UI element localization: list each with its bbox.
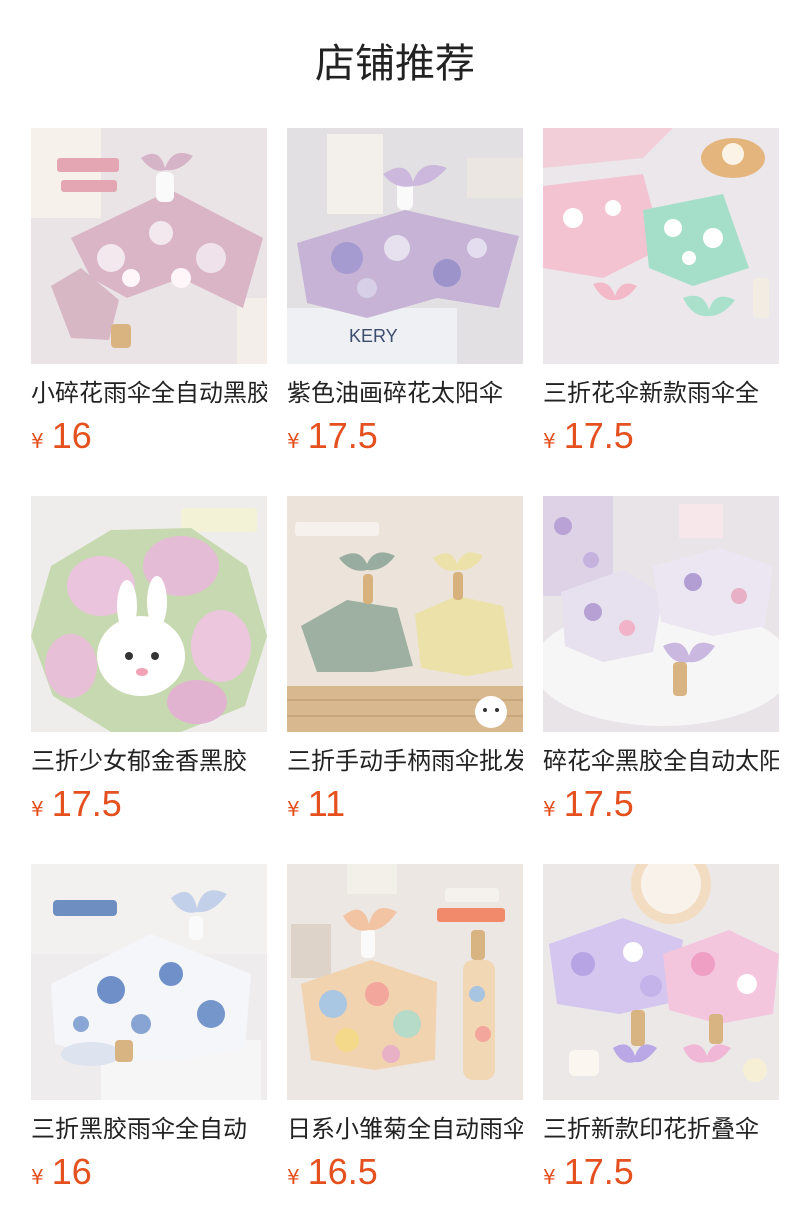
product-price: ¥17.5 bbox=[543, 782, 779, 826]
product-grid: 小碎花雨伞全自动黑胶 ¥16 KERY 紫色油画碎花太阳伞 ¥ 17.5 三折花… bbox=[31, 128, 779, 1232]
product-price: ¥11 bbox=[287, 782, 523, 826]
product-image[interactable] bbox=[543, 496, 779, 732]
product-card[interactable]: KERY 紫色油画碎花太阳伞 ¥17.5 bbox=[287, 128, 523, 496]
product-card[interactable]: 三折花伞新款雨伞全 ¥17.5 bbox=[543, 128, 779, 496]
product-card[interactable]: 三折少女郁金香黑胶 ¥17.5 bbox=[31, 496, 267, 864]
product-price: ¥16.5 bbox=[287, 1150, 523, 1194]
currency-symbol: ¥ bbox=[31, 429, 44, 453]
currency-symbol: ¥ bbox=[543, 1165, 556, 1189]
product-name[interactable]: 碎花伞黑胶全自动太阳 bbox=[543, 744, 779, 778]
product-image[interactable] bbox=[287, 864, 523, 1100]
currency-symbol: ¥ bbox=[287, 797, 300, 821]
price-amount: 16 bbox=[51, 415, 92, 456]
product-name[interactable]: 三折少女郁金香黑胶 bbox=[31, 744, 267, 778]
product-image[interactable] bbox=[543, 864, 779, 1100]
product-name[interactable]: 三折黑胶雨伞全自动 bbox=[31, 1112, 267, 1146]
product-price: ¥16 bbox=[31, 414, 267, 458]
price-amount: 17.5 bbox=[563, 783, 634, 824]
product-image[interactable] bbox=[31, 128, 267, 364]
product-name[interactable]: 三折手动手柄雨伞批发 bbox=[287, 744, 523, 778]
price-amount: 11 bbox=[307, 783, 346, 824]
price-amount: 17.5 bbox=[563, 1151, 634, 1192]
price-amount: 17.5 bbox=[51, 783, 122, 824]
product-card[interactable]: 小碎花雨伞全自动黑胶 ¥16 bbox=[31, 128, 267, 496]
product-price: ¥17.5 bbox=[543, 414, 779, 458]
currency-symbol: ¥ bbox=[31, 797, 44, 821]
currency-symbol: ¥ bbox=[31, 1165, 44, 1189]
svg-text:KERY: KERY bbox=[349, 326, 398, 346]
price-amount: 16.5 bbox=[307, 1151, 378, 1192]
currency-symbol: ¥ bbox=[543, 429, 556, 453]
product-name[interactable]: 小碎花雨伞全自动黑胶 bbox=[31, 376, 267, 410]
product-price: ¥17.5 bbox=[31, 782, 267, 826]
product-name[interactable]: 三折花伞新款雨伞全 bbox=[543, 376, 779, 410]
price-amount: 16 bbox=[51, 1151, 92, 1192]
product-image[interactable] bbox=[543, 128, 779, 364]
product-price: ¥17.5 bbox=[287, 414, 523, 458]
price-amount: 17.5 bbox=[563, 415, 634, 456]
product-card[interactable]: 三折黑胶雨伞全自动 ¥16 bbox=[31, 864, 267, 1232]
product-image[interactable] bbox=[31, 864, 267, 1100]
product-card[interactable]: 日系小雏菊全自动雨伞 ¥16.5 bbox=[287, 864, 523, 1232]
currency-symbol: ¥ bbox=[287, 429, 300, 453]
currency-symbol: ¥ bbox=[287, 1165, 300, 1189]
price-amount: 17.5 bbox=[307, 415, 378, 456]
product-card[interactable]: 碎花伞黑胶全自动太阳 ¥17.5 bbox=[543, 496, 779, 864]
product-name[interactable]: 三折新款印花折叠伞 bbox=[543, 1112, 779, 1146]
product-name[interactable]: 日系小雏菊全自动雨伞 bbox=[287, 1112, 523, 1146]
product-card[interactable]: 三折手动手柄雨伞批发 ¥11 bbox=[287, 496, 523, 864]
product-card[interactable]: 三折新款印花折叠伞 ¥17.5 bbox=[543, 864, 779, 1232]
product-image[interactable]: KERY bbox=[287, 128, 523, 364]
currency-symbol: ¥ bbox=[543, 797, 556, 821]
product-image[interactable] bbox=[287, 496, 523, 732]
section-title: 店铺推荐 bbox=[315, 41, 475, 87]
product-price: ¥16 bbox=[31, 1150, 267, 1194]
product-image[interactable] bbox=[31, 496, 267, 732]
product-price: ¥17.5 bbox=[543, 1150, 779, 1194]
product-name[interactable]: 紫色油画碎花太阳伞 bbox=[287, 376, 523, 410]
